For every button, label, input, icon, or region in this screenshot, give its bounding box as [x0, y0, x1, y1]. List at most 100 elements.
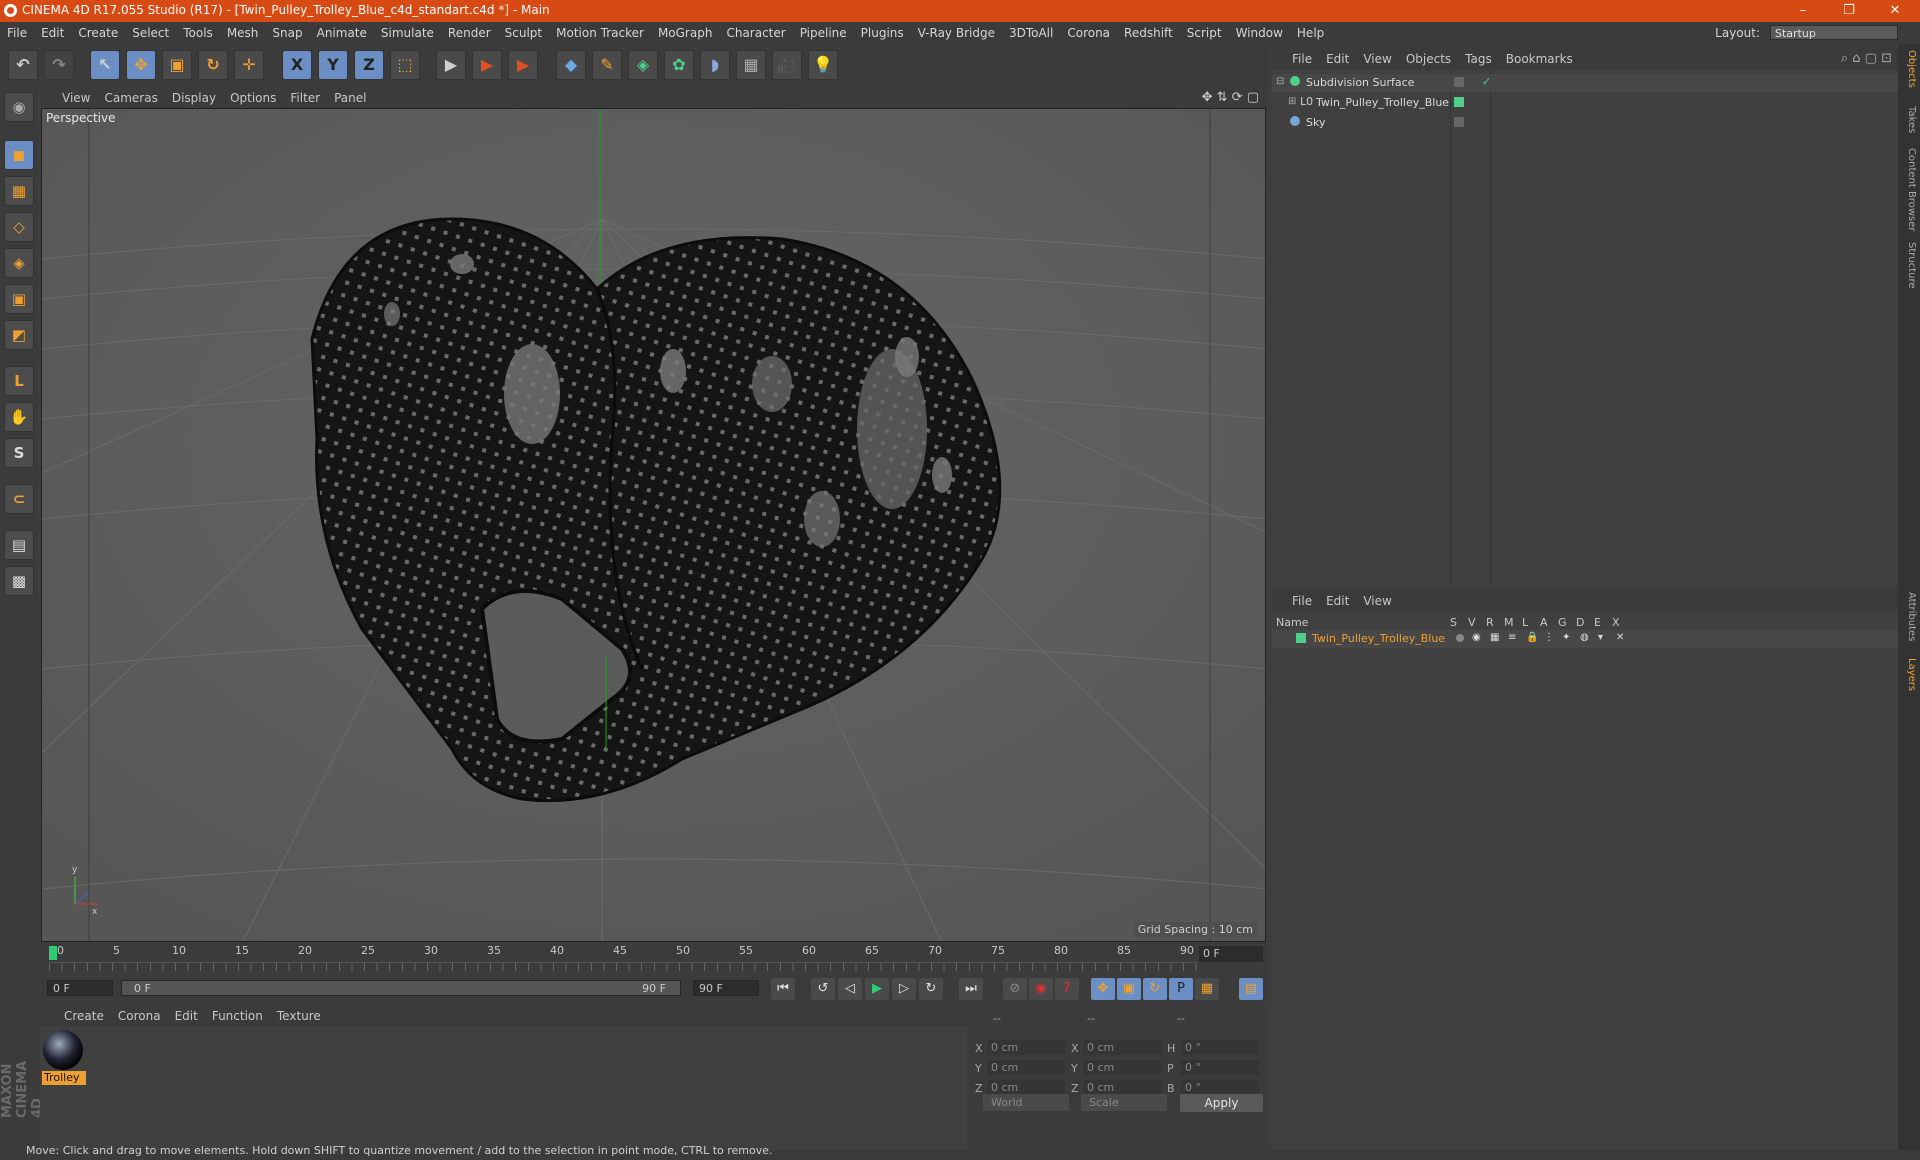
- menu-3dtoall[interactable]: 3DToAll: [1002, 22, 1060, 44]
- previous-frame-button[interactable]: ◁: [838, 978, 862, 1000]
- apply-button[interactable]: Apply: [1180, 1094, 1263, 1112]
- menu-simulate[interactable]: Simulate: [374, 22, 441, 44]
- menu-vray-bridge[interactable]: V-Ray Bridge: [911, 22, 1002, 44]
- menu-redshift[interactable]: Redshift: [1117, 22, 1180, 44]
- menu-tools[interactable]: Tools: [176, 22, 220, 44]
- recent-tool[interactable]: ✛: [234, 50, 264, 80]
- record-keys-button[interactable]: ⊘: [1003, 978, 1027, 1000]
- layer-menu-edit[interactable]: Edit: [1319, 590, 1356, 612]
- solo-icon[interactable]: [1456, 634, 1464, 642]
- material-menu-texture[interactable]: Texture: [270, 1006, 328, 1026]
- enabled-check-icon[interactable]: ✓: [1482, 75, 1491, 88]
- render-settings-button[interactable]: ▶: [508, 50, 538, 80]
- add-light-button[interactable]: 💡: [808, 50, 838, 80]
- manager-icon[interactable]: ≡: [1508, 632, 1516, 643]
- menu-edit[interactable]: Edit: [34, 22, 71, 44]
- object-menu-edit[interactable]: Edit: [1319, 48, 1356, 70]
- add-cube-button[interactable]: ◆: [556, 50, 586, 80]
- layer-row-trolley[interactable]: Twin_Pulley_Trolley_Blue ◉ ▦ ≡ 🔒 ⋮ ✦ ◍ ▾…: [1272, 630, 1898, 648]
- rot-b-field[interactable]: 0 °: [1181, 1080, 1259, 1095]
- tab-objects[interactable]: Objects: [1901, 50, 1917, 88]
- tab-content-browser[interactable]: Content Browser: [1901, 148, 1917, 231]
- object-menu-tags[interactable]: Tags: [1458, 48, 1499, 70]
- autokey-button[interactable]: ◉: [1029, 978, 1053, 1000]
- add-cloner-button[interactable]: ✿: [664, 50, 694, 80]
- viewport-menu-display[interactable]: Display: [165, 88, 223, 108]
- menu-file[interactable]: File: [0, 22, 34, 44]
- planar-workplane-button[interactable]: ▩: [4, 566, 34, 596]
- menu-mesh[interactable]: Mesh: [220, 22, 266, 44]
- viewport-menu-filter[interactable]: Filter: [283, 88, 327, 108]
- pos-y-field[interactable]: 0 cm: [987, 1060, 1065, 1075]
- object-menu-bookmarks[interactable]: Bookmarks: [1499, 48, 1580, 70]
- size-z-field[interactable]: 0 cm: [1083, 1080, 1161, 1095]
- viewport-nav-icons[interactable]: ✥ ⇅ ⟳ ▢: [1202, 90, 1259, 105]
- pos-x-field[interactable]: 0 cm: [987, 1040, 1065, 1055]
- previous-key-button[interactable]: ↺: [811, 978, 835, 1000]
- render-view-button[interactable]: ▶: [436, 50, 466, 80]
- x-axis-lock[interactable]: X: [282, 50, 312, 80]
- layout-dropdown[interactable]: Startup: [1770, 25, 1898, 40]
- menu-create[interactable]: Create: [71, 22, 125, 44]
- live-selection-tool[interactable]: ↖: [90, 50, 120, 80]
- tab-structure[interactable]: Structure: [1901, 242, 1917, 289]
- go-to-start-button[interactable]: ⏮: [771, 978, 795, 1000]
- render-icon[interactable]: ▦: [1490, 632, 1499, 643]
- undo-button[interactable]: ↶: [8, 50, 38, 80]
- viewport-menu-panel[interactable]: Panel: [327, 88, 373, 108]
- menu-plugins[interactable]: Plugins: [854, 22, 911, 44]
- next-key-button[interactable]: ↻: [919, 978, 943, 1000]
- visibility-eye-icon[interactable]: ◉: [1472, 632, 1481, 643]
- menu-help[interactable]: Help: [1290, 22, 1331, 44]
- workplane-mode-button[interactable]: ◇: [4, 212, 34, 242]
- add-floor-button[interactable]: ▦: [736, 50, 766, 80]
- z-axis-lock[interactable]: Z: [354, 50, 384, 80]
- axis-mode-button[interactable]: L: [4, 366, 34, 396]
- key-pla-button[interactable]: ▦: [1195, 978, 1219, 1000]
- lock-workplane-button[interactable]: ▤: [4, 530, 34, 560]
- layer-menu-view[interactable]: View: [1356, 590, 1398, 612]
- keyframe-selection-button[interactable]: ?: [1055, 978, 1079, 1000]
- viewport-menu-view[interactable]: View: [40, 88, 97, 108]
- menu-corona[interactable]: Corona: [1060, 22, 1117, 44]
- close-button[interactable]: ✕: [1872, 0, 1918, 22]
- snap-button[interactable]: S: [4, 438, 34, 468]
- 3d-viewport[interactable]: y x Perspective Grid Spacing : 10 cm: [41, 108, 1266, 942]
- material-menu-function[interactable]: Function: [205, 1006, 270, 1026]
- make-editable-button[interactable]: ◉: [4, 92, 34, 122]
- object-row-sky[interactable]: Sky: [1272, 114, 1898, 132]
- minimize-button[interactable]: –: [1780, 0, 1826, 22]
- object-row-subdivision-surface[interactable]: ⊟ Subdivision Surface ✓: [1272, 74, 1898, 92]
- y-axis-lock[interactable]: Y: [318, 50, 348, 80]
- texture-mode-button[interactable]: ▦: [4, 176, 34, 206]
- size-y-field[interactable]: 0 cm: [1083, 1060, 1161, 1075]
- object-menu-file[interactable]: File: [1272, 48, 1319, 70]
- scale-tool[interactable]: ▣: [162, 50, 192, 80]
- menu-motion-tracker[interactable]: Motion Tracker: [549, 22, 651, 44]
- menu-select[interactable]: Select: [125, 22, 176, 44]
- tab-attributes[interactable]: Attributes: [1901, 592, 1917, 641]
- timeline-ruler[interactable]: 0 5 10 15 20 25 30 35 40 45 50 55 60 65 …: [41, 942, 1268, 974]
- size-mode-dropdown[interactable]: Scale: [1081, 1094, 1167, 1111]
- material-menu-edit[interactable]: Edit: [168, 1006, 205, 1026]
- viewport-menu-options[interactable]: Options: [223, 88, 283, 108]
- tab-takes[interactable]: Takes: [1901, 106, 1917, 133]
- generators-icon[interactable]: ✦: [1562, 632, 1570, 643]
- move-tool[interactable]: ✥: [126, 50, 156, 80]
- start-frame-field[interactable]: 0 F: [47, 980, 113, 996]
- layer-menu-file[interactable]: File: [1272, 590, 1319, 612]
- object-row-trolley[interactable]: ⊞ L0 Twin_Pulley_Trolley_Blue: [1272, 94, 1898, 112]
- magnet-button[interactable]: ⊂: [4, 484, 34, 514]
- xref-icon[interactable]: ✕: [1616, 632, 1624, 643]
- menu-script[interactable]: Script: [1180, 22, 1229, 44]
- deformers-icon[interactable]: ◍: [1580, 632, 1589, 643]
- model-mode-button[interactable]: ◼: [4, 140, 34, 170]
- tweak-mode-button[interactable]: ✋: [4, 402, 34, 432]
- size-x-field[interactable]: 0 cm: [1083, 1040, 1161, 1055]
- play-button[interactable]: ▶: [865, 978, 889, 1000]
- menu-character[interactable]: Character: [719, 22, 792, 44]
- material-trolley[interactable]: Trolley: [40, 1026, 88, 1088]
- material-menu-create[interactable]: Create: [40, 1006, 111, 1026]
- menu-render[interactable]: Render: [441, 22, 498, 44]
- add-subdivision-button[interactable]: ◈: [628, 50, 658, 80]
